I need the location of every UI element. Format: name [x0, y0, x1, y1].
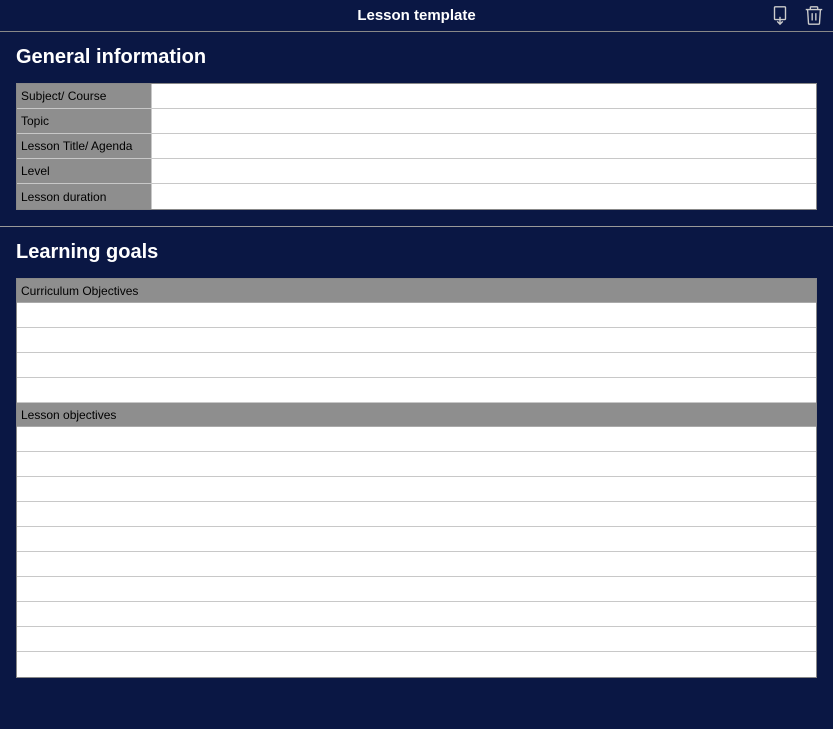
label-topic: Topic [17, 109, 152, 133]
lesson-objective-row[interactable] [17, 652, 816, 677]
lesson-objective-row[interactable] [17, 427, 816, 452]
lesson-objective-row[interactable] [17, 502, 816, 527]
header-lesson-objectives: Lesson objectives [17, 403, 816, 427]
trash-icon[interactable] [803, 4, 825, 26]
lesson-objective-row[interactable] [17, 577, 816, 602]
value-duration[interactable] [152, 184, 816, 209]
section-title-general: General information [16, 46, 817, 69]
label-level: Level [17, 159, 152, 183]
label-duration: Lesson duration [17, 184, 152, 209]
curriculum-row[interactable] [17, 328, 816, 353]
lesson-objective-row[interactable] [17, 602, 816, 627]
row-lesson-title: Lesson Title/ Agenda [17, 134, 816, 159]
curriculum-row[interactable] [17, 303, 816, 328]
bookmark-icon[interactable] [769, 4, 791, 26]
value-topic[interactable] [152, 109, 816, 133]
lesson-objective-row[interactable] [17, 452, 816, 477]
curriculum-row[interactable] [17, 378, 816, 403]
table-general-info: Subject/ Course Topic Lesson Title/ Agen… [16, 83, 817, 210]
label-subject: Subject/ Course [17, 84, 152, 108]
row-duration: Lesson duration [17, 184, 816, 209]
header-curriculum-objectives: Curriculum Objectives [17, 279, 816, 303]
section-title-goals: Learning goals [16, 241, 817, 264]
row-level: Level [17, 159, 816, 184]
value-level[interactable] [152, 159, 816, 183]
header-bar: Lesson template [0, 0, 833, 32]
lesson-objective-row[interactable] [17, 527, 816, 552]
section-learning-goals: Learning goals Curriculum Objectives Les… [0, 227, 833, 694]
lesson-objective-row[interactable] [17, 552, 816, 577]
section-general-information: General information Subject/ Course Topi… [0, 32, 833, 226]
row-topic: Topic [17, 109, 816, 134]
lesson-objective-row[interactable] [17, 627, 816, 652]
lesson-objective-row[interactable] [17, 477, 816, 502]
table-learning-goals: Curriculum Objectives Lesson objectives [16, 278, 817, 678]
value-subject[interactable] [152, 84, 816, 108]
row-subject: Subject/ Course [17, 84, 816, 109]
label-lesson-title: Lesson Title/ Agenda [17, 134, 152, 158]
value-lesson-title[interactable] [152, 134, 816, 158]
curriculum-row[interactable] [17, 353, 816, 378]
header-icons [769, 4, 825, 26]
page-title: Lesson template [357, 7, 475, 24]
